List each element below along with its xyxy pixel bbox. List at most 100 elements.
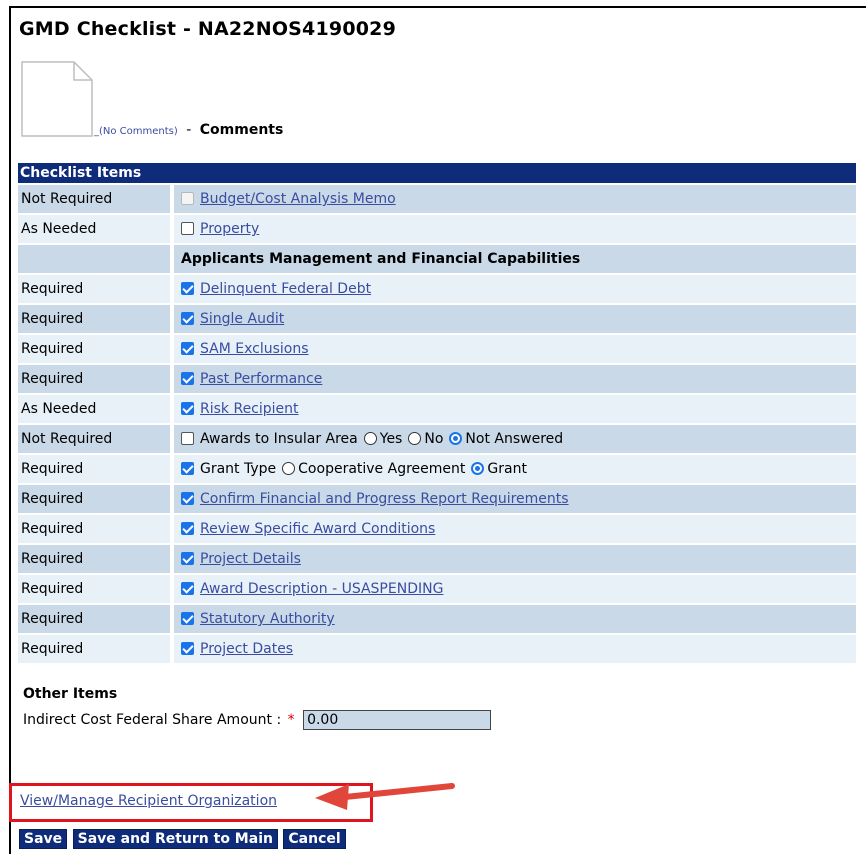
checklist-item-cell: Applicants Management and Financial Capa… <box>174 245 856 273</box>
checklist-item-cell: Risk Recipient <box>174 395 856 423</box>
save-and-return-button[interactable]: Save and Return to Main <box>72 829 278 849</box>
checklist-checkbox[interactable] <box>181 491 194 505</box>
requirement-level: Required <box>18 365 170 393</box>
checklist-item-link[interactable]: Single Audit <box>200 311 284 327</box>
checklist-row: Required Statutory Authority <box>18 605 856 633</box>
radio-button[interactable] <box>282 461 296 475</box>
cancel-button[interactable]: Cancel <box>283 829 346 849</box>
requirement-level: Required <box>18 485 170 513</box>
requirement-level <box>18 245 170 273</box>
radio-label: Yes <box>379 431 403 447</box>
save-button[interactable]: Save <box>19 829 68 849</box>
checklist-row: Required Confirm Financial and Progress R… <box>18 485 856 513</box>
checklist-item-cell: Project Details <box>174 545 856 573</box>
checklist-row: Required Single Audit <box>18 305 856 333</box>
checklist-item-cell: Property <box>174 215 856 243</box>
checklist-item-link[interactable]: Risk Recipient <box>200 401 299 417</box>
checklist-row: Required Past Performance <box>18 365 856 393</box>
checklist-item-cell: Statutory Authority <box>174 605 856 633</box>
section-heading: Applicants Management and Financial Capa… <box>181 251 581 267</box>
checklist-item-cell: SAM Exclusions <box>174 335 856 363</box>
checklist-row: As Needed Property <box>18 215 856 243</box>
checklist-checkbox[interactable] <box>181 461 194 475</box>
checklist-row: As Needed Risk Recipient <box>18 395 856 423</box>
checklist-row: Not Required Budget/Cost Analysis Memo <box>18 185 856 213</box>
checklist-item-cell: Project Dates <box>174 635 856 663</box>
comments-label: Comments <box>199 122 284 138</box>
checklist-checkbox <box>181 191 194 205</box>
checklist-checkbox[interactable] <box>181 401 194 415</box>
indirect-cost-input[interactable]: 0.00 <box>303 710 492 730</box>
checklist-item-link[interactable]: Project Dates <box>200 641 293 657</box>
checklist-item-cell: Award Description - USASPENDING <box>174 575 856 603</box>
requirement-level: As Needed <box>18 215 170 243</box>
requirement-level: As Needed <box>18 395 170 423</box>
checklist-row: Required Grant Type Cooperative Agreement G… <box>18 455 856 483</box>
checklist-row: Required Project Details <box>18 545 856 573</box>
checklist-item-cell: Review Specific Award Conditions <box>174 515 856 543</box>
document-icon[interactable] <box>20 60 94 138</box>
radio-label: No <box>424 431 444 447</box>
checklist-row: Required Review Specific Award Conditions <box>18 515 856 543</box>
checklist-item-link[interactable]: Review Specific Award Conditions <box>200 521 435 537</box>
checklist-item-link[interactable]: Confirm Financial and Progress Report Re… <box>200 491 569 507</box>
requirement-level: Required <box>18 575 170 603</box>
checklist-item-link[interactable]: Delinquent Federal Debt <box>200 281 371 297</box>
checklist-checkbox[interactable] <box>181 221 194 235</box>
checklist-row: Not Required Awards to Insular Area Yes No N… <box>18 425 856 453</box>
checklist-item-link[interactable]: Property <box>200 221 259 237</box>
comments-separator: - <box>186 122 192 138</box>
checklist-row: Required SAM Exclusions <box>18 335 856 363</box>
requirement-level: Required <box>18 455 170 483</box>
radio-label: Cooperative Agreement <box>298 461 466 477</box>
requirement-level: Required <box>18 635 170 663</box>
radio-button[interactable] <box>408 431 422 445</box>
checklist-checkbox[interactable] <box>181 371 194 385</box>
checklist-item-cell: Past Performance <box>174 365 856 393</box>
checklist-item-link[interactable]: Past Performance <box>200 371 322 387</box>
checklist-item-cell: Awards to Insular Area Yes No Not Answered <box>174 425 856 453</box>
requirement-level: Not Required <box>18 425 170 453</box>
checklist-item-link[interactable]: Award Description - USASPENDING <box>200 581 443 597</box>
no-comments-link[interactable]: _(No Comments) <box>94 126 178 137</box>
checklist-row: Applicants Management and Financial Capa… <box>18 245 856 273</box>
other-items-title: Other Items <box>23 686 118 702</box>
radio-button[interactable] <box>471 461 485 475</box>
checklist-checkbox[interactable] <box>181 431 194 445</box>
checklist-item-cell: Confirm Financial and Progress Report Re… <box>174 485 856 513</box>
requirement-level: Required <box>18 275 170 303</box>
requirement-level: Required <box>18 515 170 543</box>
checklist-checkbox[interactable] <box>181 341 194 355</box>
checklist-checkbox[interactable] <box>181 311 194 325</box>
checklist-item-cell: Budget/Cost Analysis Memo <box>174 185 856 213</box>
radio-label: Not Answered <box>465 431 564 447</box>
checklist-row: Required Project Dates <box>18 635 856 663</box>
checklist-item-label: Grant Type <box>200 461 277 477</box>
checklist-checkbox[interactable] <box>181 281 194 295</box>
checklist-table: Checklist Items Not Required Budget/Cost … <box>18 161 856 665</box>
requirement-level: Required <box>18 545 170 573</box>
radio-button[interactable] <box>449 431 463 445</box>
indirect-cost-row: Indirect Cost Federal Share Amount : * 0… <box>23 710 492 730</box>
page-title: GMD Checklist - NA22NOS4190029 <box>19 18 397 40</box>
requirement-level: Required <box>18 605 170 633</box>
checklist-checkbox[interactable] <box>181 581 194 595</box>
indirect-cost-label: Indirect Cost Federal Share Amount : <box>23 712 282 728</box>
checklist-item-link[interactable]: Budget/Cost Analysis Memo <box>200 191 396 207</box>
checklist-checkbox[interactable] <box>181 551 194 565</box>
radio-button[interactable] <box>363 431 377 445</box>
checklist-checkbox[interactable] <box>181 641 194 655</box>
radio-label: Grant <box>487 461 527 477</box>
checklist-item-cell: Delinquent Federal Debt <box>174 275 856 303</box>
checklist-item-link[interactable]: Statutory Authority <box>200 611 335 627</box>
checklist-item-cell: Single Audit <box>174 305 856 333</box>
checklist-item-link[interactable]: Project Details <box>200 551 301 567</box>
checklist-checkbox[interactable] <box>181 611 194 625</box>
checklist-header: Checklist Items <box>18 163 856 183</box>
checklist-row: Required Delinquent Federal Debt <box>18 275 856 303</box>
comments-row: _(No Comments) - Comments <box>94 122 283 138</box>
action-buttons: Save Save and Return to Main Cancel <box>19 829 347 849</box>
checklist-checkbox[interactable] <box>181 521 194 535</box>
checklist-item-label: Awards to Insular Area <box>200 431 358 447</box>
checklist-item-link[interactable]: SAM Exclusions <box>200 341 309 357</box>
